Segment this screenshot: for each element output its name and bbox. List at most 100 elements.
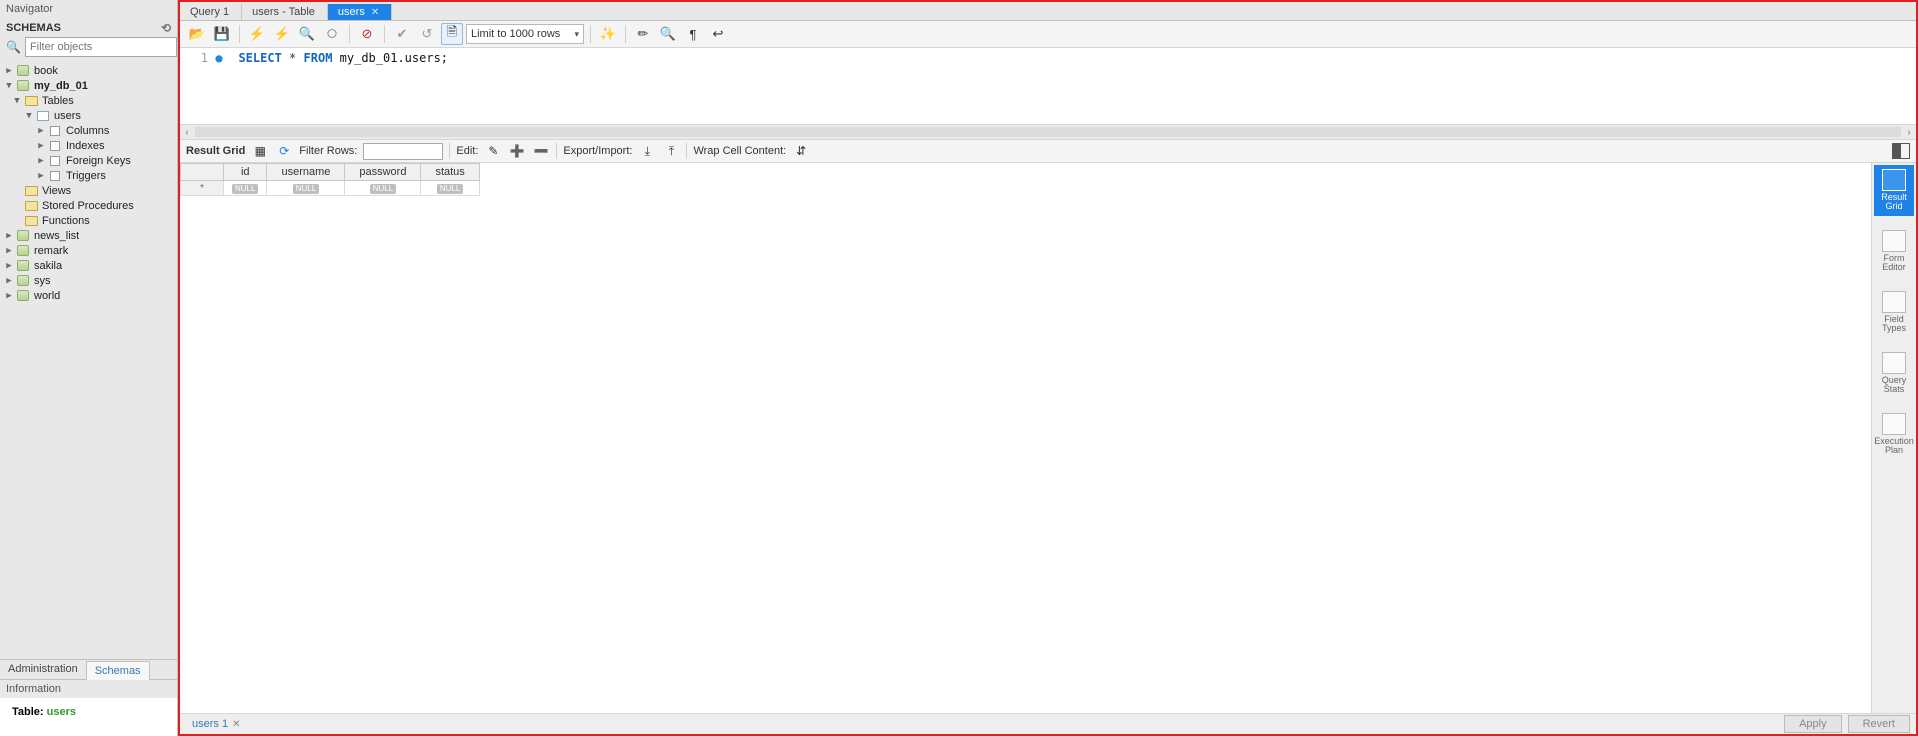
tree-node-book[interactable]: ▶book bbox=[0, 63, 177, 78]
wrap-cell-icon[interactable]: ⇵ bbox=[792, 142, 810, 160]
cell[interactable]: NULL bbox=[224, 181, 267, 196]
save-file-icon[interactable]: 💾 bbox=[211, 23, 233, 45]
tree-node-columns[interactable]: ▶Columns bbox=[0, 123, 177, 138]
column-header-id[interactable]: id bbox=[224, 164, 267, 181]
close-tab-icon[interactable]: ✕ bbox=[371, 7, 379, 18]
editor-horizontal-scrollbar[interactable]: ‹ › bbox=[180, 124, 1916, 139]
beautify-icon[interactable]: ✨ bbox=[597, 23, 619, 45]
tree-node-foreign-keys[interactable]: ▶Foreign Keys bbox=[0, 153, 177, 168]
tab-schemas[interactable]: Schemas bbox=[86, 661, 150, 680]
table-row[interactable]: *NULLNULLNULLNULL bbox=[181, 181, 480, 196]
filter-rows-input[interactable] bbox=[363, 143, 443, 160]
tree-node-functions[interactable]: Functions bbox=[0, 213, 177, 228]
tree-node-my_db_01[interactable]: ▼my_db_01 bbox=[0, 78, 177, 93]
result-tab-users1[interactable]: users 1 ✕ bbox=[186, 717, 246, 731]
tree-label: world bbox=[32, 290, 60, 302]
column-header-status[interactable]: status bbox=[421, 164, 479, 181]
tree-label: sakila bbox=[32, 260, 62, 272]
expand-icon[interactable]: ▼ bbox=[4, 81, 14, 91]
cell[interactable]: NULL bbox=[345, 181, 421, 196]
expand-icon[interactable]: ▶ bbox=[36, 141, 46, 151]
explain-icon[interactable]: 🔍 bbox=[296, 23, 318, 45]
expand-icon[interactable]: ▶ bbox=[4, 276, 14, 286]
side-tab-field-types[interactable]: Field Types bbox=[1874, 287, 1914, 338]
grid-view-icon[interactable]: ▦ bbox=[251, 142, 269, 160]
column-header-username[interactable]: username bbox=[267, 164, 345, 181]
toggle-panel-icon[interactable] bbox=[1892, 143, 1910, 159]
expand-icon[interactable]: ▶ bbox=[4, 291, 14, 301]
side-tab-query-stats[interactable]: Query Stats bbox=[1874, 348, 1914, 399]
folder-icon bbox=[24, 185, 38, 197]
execute-icon[interactable]: ⚡ bbox=[246, 23, 268, 45]
stop-icon[interactable]: ⭘ bbox=[321, 23, 343, 45]
tree-node-stored-procedures[interactable]: Stored Procedures bbox=[0, 198, 177, 213]
side-tab-execution-plan[interactable]: Execution Plan bbox=[1874, 409, 1914, 460]
tree-node-tables[interactable]: ▼Tables bbox=[0, 93, 177, 108]
filter-objects-input[interactable] bbox=[25, 37, 177, 57]
close-result-tab-icon[interactable]: ✕ bbox=[232, 719, 240, 730]
delete-row-icon[interactable]: ➖ bbox=[532, 142, 550, 160]
row-marker: * bbox=[181, 181, 224, 196]
execute-current-icon[interactable]: ⚡ bbox=[271, 23, 293, 45]
folder-icon bbox=[24, 200, 38, 212]
editor-tab-users---table[interactable]: users - Table bbox=[242, 4, 328, 20]
scroll-right-icon[interactable]: › bbox=[1902, 127, 1916, 138]
statement-marker-icon: ● bbox=[214, 51, 224, 65]
refresh-results-icon[interactable]: ⟳ bbox=[275, 142, 293, 160]
brush-icon[interactable]: ✏ bbox=[632, 23, 654, 45]
tree-node-users[interactable]: ▼users bbox=[0, 108, 177, 123]
db-icon bbox=[16, 275, 30, 287]
col-icon bbox=[48, 155, 62, 167]
find-icon[interactable]: 🔍 bbox=[657, 23, 679, 45]
column-header-password[interactable]: password bbox=[345, 164, 421, 181]
scroll-left-icon[interactable]: ‹ bbox=[180, 127, 194, 138]
navigator-sidebar: Navigator SCHEMAS ⟲ 🔍 ▶book▼my_db_01▼Tab… bbox=[0, 0, 178, 736]
open-file-icon[interactable]: 📂 bbox=[186, 23, 208, 45]
expand-icon[interactable]: ▶ bbox=[36, 171, 46, 181]
wrap-icon[interactable]: ↩ bbox=[707, 23, 729, 45]
tab-administration[interactable]: Administration bbox=[0, 660, 86, 679]
side-tab-icon bbox=[1882, 413, 1906, 435]
add-row-icon[interactable]: ➕ bbox=[508, 142, 526, 160]
info-label: Table: bbox=[12, 706, 44, 718]
sql-editor[interactable]: 1 ● SELECT * FROM my_db_01.users; bbox=[180, 48, 1916, 124]
cell[interactable]: NULL bbox=[421, 181, 479, 196]
cell[interactable]: NULL bbox=[267, 181, 345, 196]
rollback-icon[interactable]: ↺ bbox=[416, 23, 438, 45]
side-tab-form-editor[interactable]: Form Editor bbox=[1874, 226, 1914, 277]
sql-code[interactable]: SELECT * FROM my_db_01.users; bbox=[224, 51, 448, 65]
invisible-chars-icon[interactable]: ¶ bbox=[682, 23, 704, 45]
edit-row-icon[interactable]: ✎ bbox=[484, 142, 502, 160]
tree-node-sys[interactable]: ▶sys bbox=[0, 273, 177, 288]
expand-icon[interactable]: ▶ bbox=[36, 126, 46, 136]
refresh-schemas-icon[interactable]: ⟲ bbox=[161, 21, 171, 35]
expand-icon[interactable]: ▼ bbox=[12, 96, 22, 106]
commit-icon[interactable]: ✔ bbox=[391, 23, 413, 45]
autocommit-toggle[interactable]: 🗎 bbox=[441, 23, 463, 45]
expand-icon[interactable]: ▶ bbox=[4, 231, 14, 241]
schema-tree[interactable]: ▶book▼my_db_01▼Tables▼users▶Columns▶Inde… bbox=[0, 61, 177, 659]
tree-node-remark[interactable]: ▶remark bbox=[0, 243, 177, 258]
expand-icon[interactable]: ▶ bbox=[4, 246, 14, 256]
cancel-icon[interactable]: ⊘ bbox=[356, 23, 378, 45]
db-icon bbox=[16, 65, 30, 77]
expand-icon[interactable]: ▼ bbox=[24, 111, 34, 121]
tree-node-triggers[interactable]: ▶Triggers bbox=[0, 168, 177, 183]
editor-tab-query-1[interactable]: Query 1 bbox=[180, 4, 242, 20]
revert-button[interactable]: Revert bbox=[1848, 715, 1910, 733]
side-tab-result-grid[interactable]: Result Grid bbox=[1874, 165, 1914, 216]
apply-button[interactable]: Apply bbox=[1784, 715, 1842, 733]
result-grid[interactable]: idusernamepasswordstatus*NULLNULLNULLNUL… bbox=[180, 163, 1871, 713]
expand-icon[interactable]: ▶ bbox=[36, 156, 46, 166]
editor-tab-users[interactable]: users✕ bbox=[328, 4, 392, 20]
import-icon[interactable]: ⤒ bbox=[662, 142, 680, 160]
expand-icon[interactable]: ▶ bbox=[4, 261, 14, 271]
tree-node-indexes[interactable]: ▶Indexes bbox=[0, 138, 177, 153]
row-limit-combo[interactable]: Limit to 1000 rows bbox=[466, 24, 584, 44]
tree-node-views[interactable]: Views bbox=[0, 183, 177, 198]
tree-node-sakila[interactable]: ▶ sakila bbox=[0, 258, 177, 273]
export-icon[interactable]: ⤓ bbox=[638, 142, 656, 160]
tree-node-world[interactable]: ▶ world bbox=[0, 288, 177, 303]
expand-icon[interactable]: ▶ bbox=[4, 66, 14, 76]
tree-node-news_list[interactable]: ▶news_list bbox=[0, 228, 177, 243]
